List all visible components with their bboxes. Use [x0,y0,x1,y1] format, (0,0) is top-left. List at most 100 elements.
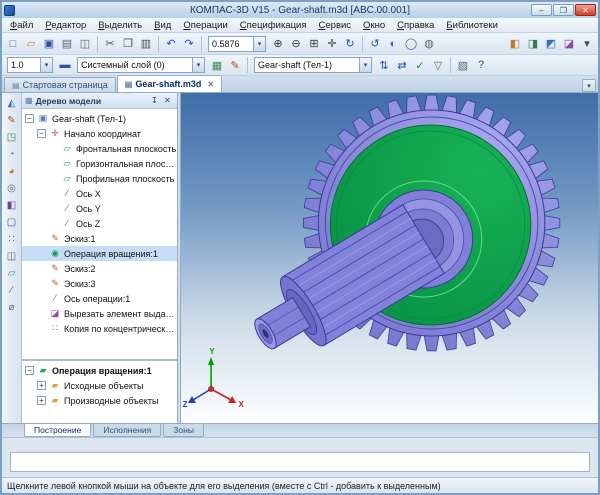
part-combo[interactable]: Gear-shaft (Тел-1) ▾ [254,57,372,73]
undo-icon[interactable]: ↶ [162,35,180,52]
tree-item[interactable]: ▱Профильная плоскость [22,171,177,186]
hole-icon[interactable]: ◎ [3,180,20,197]
layers-icon[interactable]: ▦ [208,57,226,74]
maximize-button[interactable]: ❐ [553,4,574,16]
mirror-icon[interactable]: ◫ [3,248,20,265]
menu-item-3[interactable]: Выделить [92,19,148,32]
titlebar[interactable]: КОМПАС-3D V15 - Gear-shaft.m3d [ABC.00.0… [2,2,598,18]
revolve-tool-icon[interactable]: ◔ [3,146,20,163]
isometric-view-icon[interactable]: ◧ [506,35,524,52]
wireframe-icon[interactable]: ◯ [402,35,420,52]
lineweight-combo[interactable]: 1.0 ▾ [7,57,53,73]
tree-item[interactable]: ⁄Ось операции:1 [22,291,177,306]
part-dropdown-icon[interactable]: ▾ [359,58,371,72]
perspective-icon[interactable]: ◪ [560,35,578,52]
layer-dropdown-icon[interactable]: ▾ [192,58,204,72]
menu-item-5[interactable]: Операции [177,19,233,32]
copy-icon[interactable]: ❐ [119,35,137,52]
tree-item[interactable]: −▰Операция вращения:1 [22,363,177,378]
tree-item[interactable]: ✎Эскиз:3 [22,276,177,291]
zoom-combo[interactable]: 0.5876 ▾ [208,36,266,52]
tree-item[interactable]: ⁄Ось X [22,186,177,201]
array-tool-icon[interactable]: ∷ [3,231,20,248]
front-view-icon[interactable]: ◨ [524,35,542,52]
view-options-icon[interactable]: ▾ [578,35,596,52]
tree-item[interactable]: ◉Операция вращения:1 [22,246,177,261]
tree-item[interactable]: +▰Исходные объекты [22,378,177,393]
close-panel-icon[interactable]: ✕ [161,94,174,107]
menu-item-6[interactable]: Спецификация [234,19,313,32]
mode-tab-3[interactable]: Зоны [163,424,204,437]
menu-item-2[interactable]: Редактор [39,19,92,32]
filter-icon[interactable]: ▽ [429,57,447,74]
print-preview-icon[interactable]: ◫ [76,35,94,52]
halftone-icon[interactable]: ◐ [384,35,402,52]
refresh-view-icon[interactable]: ↺ [366,35,384,52]
expander-icon[interactable]: + [37,381,46,390]
menu-item-4[interactable]: Вид [148,19,177,32]
zoom-out-icon[interactable]: ⊖ [287,35,305,52]
mode-tab-2[interactable]: Исполнения [93,424,161,437]
viewport-canvas[interactable]: Y X Z [181,93,598,423]
rotate-view-icon[interactable]: ↻ [341,35,359,52]
tree-item[interactable]: ∷Копия по концентрической сетке:1 [22,321,177,336]
help-icon[interactable]: ? [472,57,490,74]
tree-item[interactable]: ⁄Ось Z [22,216,177,231]
measure-icon[interactable]: ⌀ [3,299,20,316]
menu-item-10[interactable]: Библиотеки [440,19,503,32]
property-message-area[interactable] [10,452,590,472]
tab-overflow-button[interactable]: ▾ [582,79,596,92]
extrude-icon[interactable]: ◳ [3,129,20,146]
menu-item-7[interactable]: Сервис [313,19,358,32]
paste-icon[interactable]: ▥ [137,35,155,52]
rib-icon[interactable]: ◧ [3,197,20,214]
close-button[interactable]: ✕ [575,4,596,16]
tree-item[interactable]: −✛Начало координат [22,126,177,141]
tree-item[interactable]: +▰Производные объекты [22,393,177,408]
swap-icon[interactable]: ⇄ [393,57,411,74]
tree-item[interactable]: ◪Вырезать элемент выдавливания:1 [22,306,177,321]
hidden-lines-icon[interactable]: ◍ [420,35,438,52]
fillet-icon[interactable]: ◕ [3,163,20,180]
lineweight-dropdown-icon[interactable]: ▾ [40,58,52,72]
cut-icon[interactable]: ✂ [101,35,119,52]
expander-icon[interactable]: − [25,366,34,375]
check-document-icon[interactable]: ✓ [411,57,429,74]
pin-panel-icon[interactable]: ↧ [148,94,161,107]
menu-item-8[interactable]: Окно [357,19,391,32]
tab-2[interactable]: ▤Gear-shaft.m3d✕ [117,75,222,92]
redo-icon[interactable]: ↷ [180,35,198,52]
tree-item[interactable]: ✎Эскиз:1 [22,231,177,246]
menu-item-9[interactable]: Справка [391,19,440,32]
tree-item[interactable]: ✎Эскиз:2 [22,261,177,276]
zoom-dropdown-icon[interactable]: ▾ [253,37,265,51]
tree-item[interactable]: ▱Фронтальная плоскость [22,141,177,156]
tab-1[interactable]: ▤Стартовая страница [4,77,116,92]
zoom-in-icon[interactable]: ⊕ [269,35,287,52]
viewport-3d[interactable]: Y X Z [181,93,598,423]
open-document-icon[interactable]: ▱ [22,35,40,52]
rebuild-model-icon[interactable]: ⇅ [375,57,393,74]
axis-tool-icon[interactable]: ⁄ [3,282,20,299]
minimize-button[interactable]: – [531,4,552,16]
menu-item-1[interactable]: Файл [4,19,39,32]
sketch-tool-icon[interactable]: ✎ [3,112,20,129]
pan-icon[interactable]: ✛ [323,35,341,52]
shaded-view-icon[interactable]: ◩ [542,35,560,52]
shell-icon[interactable]: ▢ [3,214,20,231]
edit-part-icon[interactable]: ◭ [3,95,20,112]
line-style-icon[interactable]: ▬ [56,57,74,74]
tab-close-icon[interactable]: ✕ [207,80,214,89]
tree-item[interactable]: ▱Горизонтальная плоскость [22,156,177,171]
tree-item[interactable]: ⁄Ось Y [22,201,177,216]
expander-icon[interactable]: + [37,396,46,405]
expander-icon[interactable]: − [25,114,34,123]
mode-tab-1[interactable]: Построение [24,424,91,437]
edit-sketch-icon[interactable]: ✎ [226,57,244,74]
new-document-icon[interactable]: □ [4,35,22,52]
save-icon[interactable]: ▣ [40,35,58,52]
tree-item[interactable]: −▣Gear-shaft (Тел-1) [22,111,177,126]
print-icon[interactable]: ▤ [58,35,76,52]
expander-icon[interactable]: − [37,129,46,138]
variables-icon[interactable]: ▧ [454,57,472,74]
